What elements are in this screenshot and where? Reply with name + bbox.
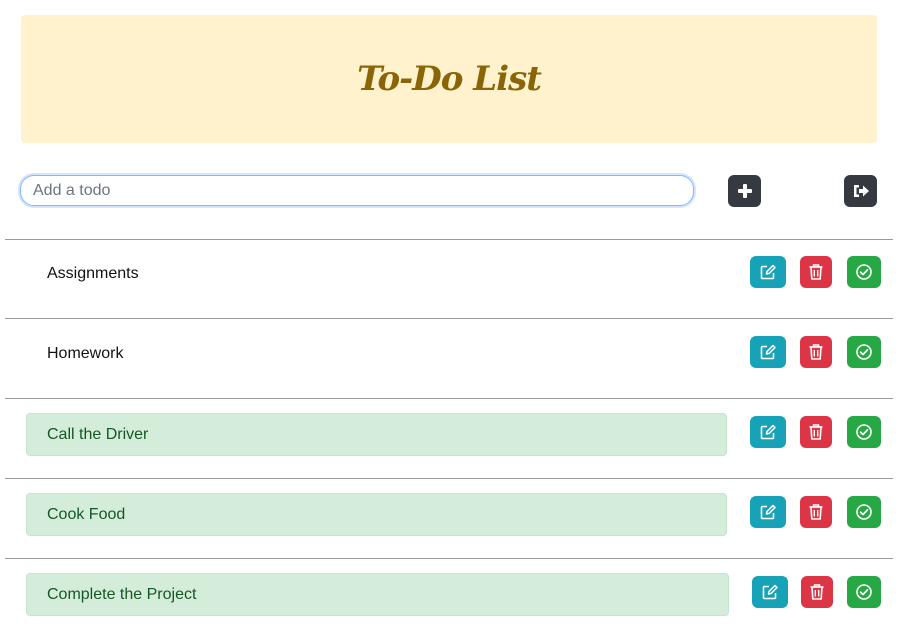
trash-icon [809,504,823,520]
check-circle-icon [856,344,872,360]
edit-icon [762,584,778,600]
delete-todo-button[interactable] [800,496,832,528]
row-divider [5,478,893,479]
sign-out-icon [853,185,869,197]
todo-item-text: Assignments [47,265,139,282]
edit-todo-button[interactable] [752,576,788,608]
row-divider [5,318,893,319]
edit-todo-button[interactable] [750,336,786,368]
add-todo-button[interactable] [728,175,761,207]
check-circle-icon [856,504,872,520]
delete-todo-button[interactable] [800,256,832,288]
add-todo-input[interactable] [20,175,694,206]
edit-icon [760,424,776,440]
logout-button[interactable] [844,175,877,207]
check-circle-icon [856,424,872,440]
trash-icon [810,584,824,600]
todo-item-text: Cook Food [47,506,126,523]
row-divider [5,558,893,559]
delete-todo-button[interactable] [800,416,832,448]
todo-item-text: Complete the Project [47,586,197,603]
plus-icon [737,184,752,198]
edit-todo-button[interactable] [750,256,786,288]
complete-todo-button[interactable] [847,416,881,448]
trash-icon [809,424,823,440]
edit-icon [760,504,776,520]
complete-todo-button[interactable] [847,256,881,288]
check-circle-icon [856,264,872,280]
edit-icon [760,264,776,280]
delete-todo-button[interactable] [801,576,833,608]
complete-todo-button[interactable] [847,336,881,368]
completed-todo-box: Complete the Project [26,573,729,616]
complete-todo-button[interactable] [847,576,881,608]
edit-icon [760,344,776,360]
check-circle-icon [856,584,872,600]
page-title: To-Do List [357,59,542,99]
todo-item-text: Homework [47,345,124,362]
complete-todo-button[interactable] [847,496,881,528]
header-banner: To-Do List [21,15,877,143]
completed-todo-box: Cook Food [26,493,727,536]
trash-icon [809,344,823,360]
edit-todo-button[interactable] [750,496,786,528]
todo-item-text: Call the Driver [47,426,149,443]
delete-todo-button[interactable] [800,336,832,368]
trash-icon [809,264,823,280]
edit-todo-button[interactable] [750,416,786,448]
completed-todo-box: Call the Driver [26,413,727,456]
todo-app: To-Do List Assignments [0,0,901,631]
row-divider [5,239,893,240]
row-divider [5,398,893,399]
